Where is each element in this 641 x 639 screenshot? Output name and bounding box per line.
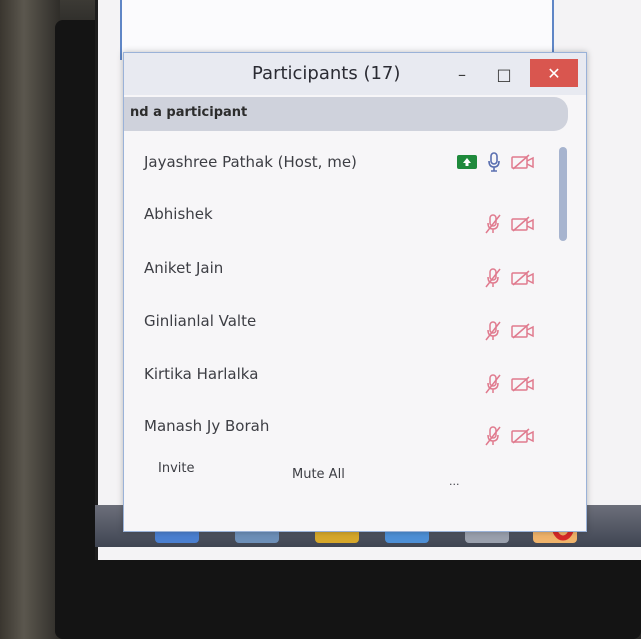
participant-row[interactable]: Ginlianlal Valte	[124, 304, 554, 344]
participant-list: Jayashree Pathak (Host, me) Abhishek Ani…	[124, 145, 554, 446]
participants-window: Participants (17) – □ ✕ Jayashree Pathak…	[123, 52, 587, 532]
window-title: Participants (17)	[252, 63, 401, 84]
maximize-button[interactable]: □	[490, 61, 518, 87]
participants-footer: Invite Mute All ...	[124, 451, 586, 491]
participant-name: Kirtika Harlalka	[144, 365, 259, 383]
video-off-icon[interactable]	[510, 269, 536, 291]
video-off-icon[interactable]	[510, 375, 536, 397]
more-options-button[interactable]: ...	[449, 475, 460, 488]
search-input[interactable]	[130, 105, 530, 120]
participant-row[interactable]: Jayashree Pathak (Host, me)	[124, 145, 554, 185]
microphone-muted-icon[interactable]	[484, 320, 502, 346]
video-off-icon[interactable]	[510, 322, 536, 344]
title-bar: Participants (17) – □ ✕	[124, 53, 586, 95]
share-screen-icon[interactable]	[456, 154, 478, 174]
participant-row[interactable]: Manash Jy Borah	[124, 409, 554, 449]
participant-name: Jayashree Pathak (Host, me)	[144, 153, 357, 171]
video-off-icon[interactable]	[510, 215, 536, 237]
microphone-icon[interactable]	[486, 151, 502, 177]
mute-all-button[interactable]: Mute All	[292, 467, 345, 482]
video-off-icon[interactable]	[510, 427, 536, 449]
participant-name: Aniket Jain	[144, 259, 224, 277]
background-window	[120, 0, 554, 60]
microphone-muted-icon[interactable]	[484, 267, 502, 293]
participant-row[interactable]: Aniket Jain	[124, 251, 554, 291]
participant-name: Ginlianlal Valte	[144, 312, 257, 330]
video-off-icon[interactable]	[510, 153, 536, 175]
close-button[interactable]: ✕	[530, 59, 578, 87]
invite-button[interactable]: Invite	[158, 461, 194, 476]
microphone-muted-icon[interactable]	[484, 425, 502, 451]
search-bar	[124, 97, 568, 131]
microphone-muted-icon[interactable]	[484, 373, 502, 399]
scrollbar[interactable]	[559, 147, 567, 241]
participant-row[interactable]: Kirtika Harlalka	[124, 357, 554, 397]
background-desk	[0, 0, 60, 639]
participant-name: Abhishek	[144, 205, 213, 223]
participant-row[interactable]: Abhishek	[124, 197, 554, 237]
minimize-button[interactable]: –	[448, 61, 476, 87]
microphone-muted-icon[interactable]	[484, 213, 502, 239]
participant-name: Manash Jy Borah	[144, 417, 270, 435]
